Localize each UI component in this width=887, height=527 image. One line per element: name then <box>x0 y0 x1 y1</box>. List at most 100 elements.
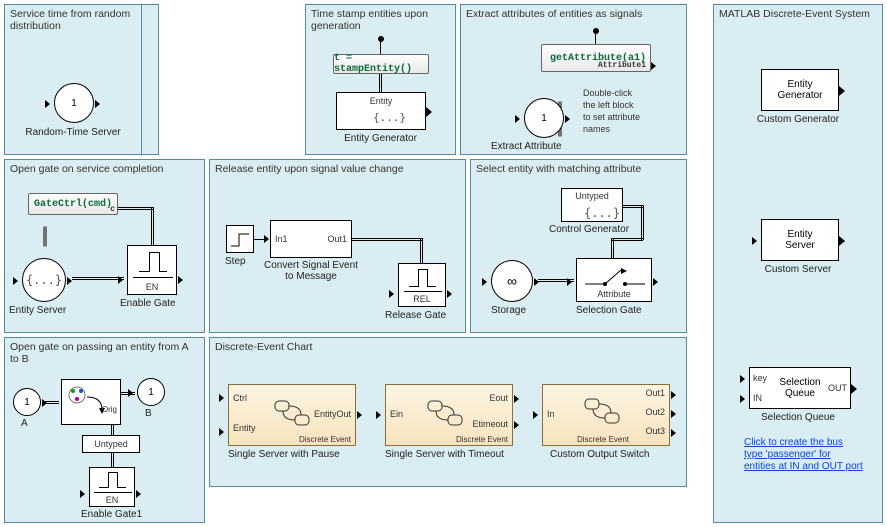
orig-icon <box>62 380 120 424</box>
server-label: Random-Time Server <box>5 127 141 138</box>
b2-sub: Discrete Event <box>456 435 508 444</box>
b2-o1: Eout <box>489 393 508 403</box>
entity-block-text: Entity <box>337 96 425 106</box>
b2-o2: Etimeout <box>472 419 508 429</box>
a-label: A <box>21 418 28 429</box>
panel-gate-service-completion: Open gate on service completion GateCtrl… <box>4 159 205 333</box>
single-server-pause-block[interactable]: Ctrl Entity EntityOut Discrete Event <box>228 384 356 446</box>
attr-text: Attribute <box>577 289 651 299</box>
enable-gate-block[interactable]: EN <box>127 245 177 295</box>
entity-server-label: Entity Server <box>9 305 66 316</box>
b-label: B <box>145 408 152 419</box>
note-l1: Double-click <box>583 88 632 98</box>
port-key: key <box>753 373 767 383</box>
braces-icon: {...} <box>26 273 62 287</box>
panel-random-time-server: Service time from random distribution 1 … <box>4 4 142 155</box>
enable-gate1-block[interactable]: EN <box>89 467 135 507</box>
stamp-fn-text: t = stampEntity() <box>334 53 428 75</box>
b3-o1: Out1 <box>645 388 665 398</box>
note-l3: to set attribute <box>583 112 640 122</box>
selection-gate-block[interactable]: Attribute <box>576 258 652 302</box>
custom-server-block[interactable]: Entity Server <box>761 219 839 261</box>
untyped-block[interactable]: Untyped <box>82 435 140 453</box>
enable-gate-label: Enable Gate <box>120 298 176 309</box>
c-port: c <box>110 205 115 214</box>
port-out: OUT <box>828 383 847 393</box>
statechart-icon <box>426 399 466 429</box>
inf-text: ∞ <box>507 273 517 289</box>
a-circle[interactable]: 1 <box>13 388 41 416</box>
statechart-icon <box>273 399 313 429</box>
in1: In1 <box>275 234 288 244</box>
orig-text: Orig <box>102 405 117 414</box>
sel-text: Selection Queue <box>779 377 820 399</box>
single-server-timeout-block[interactable]: Ein Eout Etimeout Discrete Event <box>385 384 513 446</box>
out1: Out1 <box>327 234 347 244</box>
b3-label: Custom Output Switch <box>550 449 649 460</box>
rel-text: REL <box>399 294 445 304</box>
panel-dechart: Discrete-Event Chart Ctrl Entity EntityO… <box>209 337 687 487</box>
selection-gate-label: Selection Gate <box>576 305 642 316</box>
panel-matlab-des: MATLAB Discrete-Event System Entity Gene… <box>713 4 883 523</box>
entity-server-circle[interactable]: {...} <box>22 258 66 302</box>
b1-ent: Entity <box>233 423 256 433</box>
panel-title: Open gate on service completion <box>10 163 199 175</box>
step-label: Step <box>225 256 246 267</box>
b3-in: In <box>547 409 555 419</box>
custom-generator-block[interactable]: Entity Generator <box>761 69 839 111</box>
b-circle[interactable]: 1 <box>137 378 165 406</box>
panel-timestamp: Time stamp entities upon generation t = … <box>305 4 456 155</box>
srv-text: Entity Server <box>785 229 814 251</box>
convert-label: Convert Signal Event to Message <box>264 260 358 282</box>
convert-block[interactable]: In1 Out1 <box>270 220 352 258</box>
gatectrl-fn[interactable]: GateCtrl(cmd) c <box>28 193 118 215</box>
panel-extract-attributes: Extract attributes of entities as signal… <box>460 4 687 155</box>
gatectrl-text: GateCtrl(cmd) <box>34 199 112 210</box>
panel-release-entity: Release entity upon signal value change … <box>209 159 466 333</box>
en-text: EN <box>128 282 176 292</box>
gen-text: Entity Generator <box>777 79 822 101</box>
panel-title: MATLAB Discrete-Event System <box>719 8 877 20</box>
b2-label: Single Server with Timeout <box>385 449 504 460</box>
panel-title: Extract attributes of entities as signal… <box>466 8 681 20</box>
extract-label: Extract Attribute <box>491 141 562 152</box>
b3-o3: Out3 <box>645 426 665 436</box>
b2-in: Ein <box>390 409 403 419</box>
server-circle[interactable]: 1 <box>54 83 94 123</box>
statechart-icon <box>583 397 623 427</box>
storage-circle[interactable]: ∞ <box>491 260 533 302</box>
selection-queue-block[interactable]: Selection Queue key IN OUT <box>749 367 851 409</box>
b3-o2: Out2 <box>645 407 665 417</box>
note-l2: the left block <box>583 100 634 110</box>
step-block[interactable] <box>226 225 254 253</box>
enable-gate1-label: Enable Gate1 <box>81 509 142 520</box>
simulink-canvas: Entities with exponential random arrival… <box>4 4 883 523</box>
b-num: 1 <box>148 387 154 398</box>
b3-sub: Discrete Event <box>577 435 629 444</box>
control-generator-label: Control Generator <box>549 224 629 235</box>
entity-gen-label: Entity Generator <box>306 133 455 144</box>
orig-block[interactable]: Orig <box>61 379 121 425</box>
b1-label: Single Server with Pause <box>228 449 340 460</box>
custom-generator-label: Custom Generator <box>714 114 882 125</box>
control-generator-block[interactable]: Untyped {...} <box>561 188 623 222</box>
a-num: 1 <box>24 397 30 408</box>
custom-output-switch-block[interactable]: In Out1 Out2 Out3 Discrete Event <box>542 384 670 446</box>
en-text: EN <box>90 495 134 505</box>
custom-server-label: Custom Server <box>714 264 882 275</box>
release-gate-block[interactable]: REL <box>398 263 446 307</box>
panel-title: Service time from random distribution <box>10 8 136 32</box>
create-bus-link[interactable]: Click to create the bus type 'passenger'… <box>744 437 864 473</box>
panel-title: Time stamp entities upon generation <box>311 8 450 32</box>
server-num: 1 <box>71 98 77 109</box>
untyped-text: Untyped <box>562 191 622 201</box>
panel-title: Select entity with matching attribute <box>476 163 681 175</box>
braces-icon: {...} <box>584 206 620 220</box>
storage-label: Storage <box>491 305 526 316</box>
stamp-fn[interactable]: t = stampEntity() <box>333 54 429 74</box>
extract-circle[interactable]: 1 <box>524 98 564 138</box>
getattr-fn[interactable]: getAttribute(a1) Attribute1 <box>541 44 651 72</box>
release-gate-label: Release Gate <box>385 310 446 321</box>
b1-out: EntityOut <box>314 409 351 419</box>
entity-gen-block[interactable]: Entity {...} <box>336 92 426 130</box>
